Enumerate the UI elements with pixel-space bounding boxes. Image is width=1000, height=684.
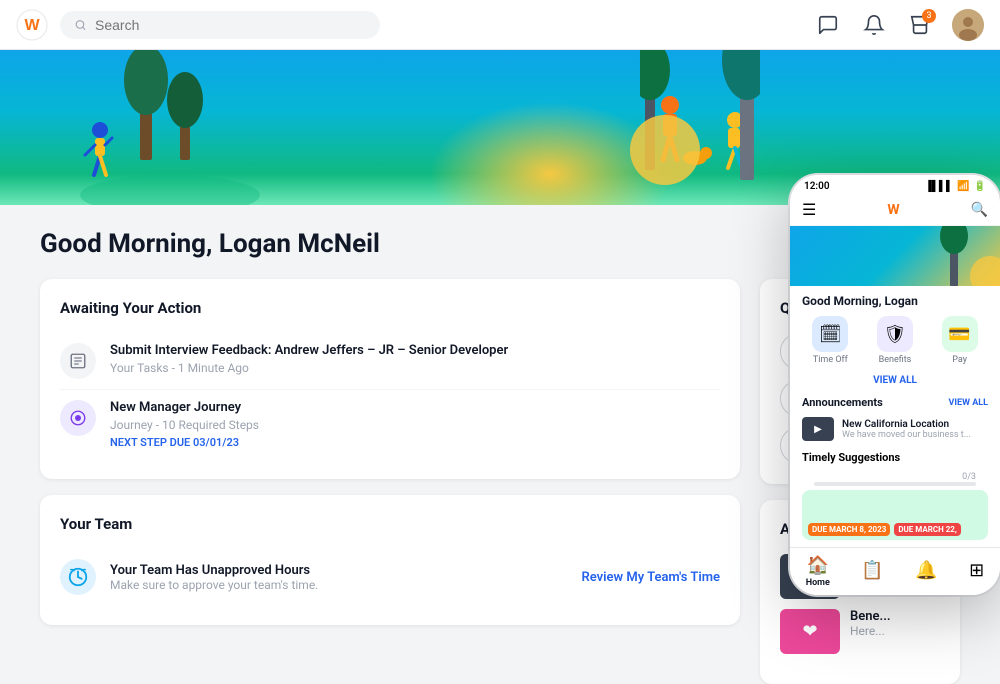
search-bar[interactable] — [60, 11, 380, 39]
phone-home-icon: 🏠 — [807, 555, 829, 576]
phone-home-label: Home — [806, 578, 830, 588]
benefits-label: Benefits — [879, 355, 912, 365]
ann-sub-2: Here... — [850, 624, 891, 638]
search-icon — [74, 18, 87, 32]
inbox-badge: 3 — [922, 9, 936, 23]
phone-tasks-icon: 📋 — [861, 560, 883, 581]
action-item-title-1: Submit Interview Feedback: Andrew Jeffer… — [110, 343, 508, 358]
hero-illustration — [80, 50, 260, 205]
phone-grid-tab[interactable]: ⊞ — [969, 560, 984, 583]
phone-due-badge-1: DUE MARCH 8, 2023 — [808, 523, 890, 536]
review-team-link[interactable]: Review My Team's Time — [581, 570, 720, 585]
bell-icon[interactable] — [860, 11, 888, 39]
benefits-icon: 🛡 — [877, 316, 913, 352]
search-input[interactable] — [95, 17, 366, 33]
phone-ann-content-1: New California Location We have moved ou… — [842, 419, 971, 440]
action-item-sub-1: Your Tasks - 1 Minute Ago — [110, 361, 508, 375]
phone-ann-title: Announcements — [802, 396, 883, 409]
team-item-content: Your Team Has Unapproved Hours Make sure… — [110, 563, 318, 592]
phone-ann-item-1[interactable]: ▶ New California Location We have moved … — [790, 413, 1000, 445]
inbox-icon[interactable]: 3 — [906, 11, 934, 39]
interview-icon — [60, 343, 96, 379]
phone-search-icon[interactable]: 🔍 — [971, 202, 988, 218]
phone-menu-icon[interactable]: ☰ — [802, 200, 816, 219]
announcement-item-2[interactable]: ❤ Bene... Here... — [780, 609, 940, 654]
phone-bell-icon: 🔔 — [915, 560, 937, 581]
phone-benefits[interactable]: 🛡 Benefits — [877, 316, 913, 365]
phone-tasks-tab[interactable]: 📋 — [861, 560, 883, 583]
phone-progress: 0/3 — [802, 470, 988, 490]
action-item-title-2: New Manager Journey — [110, 400, 259, 415]
phone-grid-icon: ⊞ — [969, 560, 984, 581]
awaiting-title: Awaiting Your Action — [60, 299, 720, 317]
phone-pay[interactable]: 💳 Pay — [942, 316, 978, 365]
journey-icon — [60, 400, 96, 436]
action-item-content: Submit Interview Feedback: Andrew Jeffer… — [110, 343, 508, 375]
workday-logo[interactable]: W — [16, 9, 48, 41]
phone-announcements-header: Announcements VIEW ALL — [790, 392, 1000, 413]
phone-bottom-nav: 🏠 Home 📋 🔔 ⊞ — [790, 547, 1000, 595]
chat-icon[interactable] — [814, 11, 842, 39]
ann-heart-thumb: ❤ — [780, 609, 840, 654]
svg-text:W: W — [24, 17, 40, 34]
team-item-sub: Make sure to approve your team's time. — [110, 578, 318, 592]
your-team-card: Your Team Your Team Has Unapproved Hou — [40, 495, 740, 625]
phone-ann-title-1: New California Location — [842, 419, 971, 430]
phone-ann-link[interactable]: VIEW ALL — [949, 398, 988, 408]
phone-time-off[interactable]: 🗓 Time Off — [812, 316, 848, 365]
pay-label: Pay — [952, 355, 967, 365]
action-item-journey[interactable]: New Manager Journey Journey - 10 Require… — [60, 390, 720, 459]
time-off-icon: 🗓 — [812, 316, 848, 352]
awaiting-action-card: Awaiting Your Action Submi — [40, 279, 740, 479]
wifi-icon: 📶 — [957, 181, 969, 192]
phone-status-bar: 12:00 ▐▌▌▌ 📶 🔋 — [790, 175, 1000, 196]
phone-timely-card[interactable]: DUE MARCH 8, 2023 DUE MARCH 22, — [802, 490, 988, 540]
action-item-content-2: New Manager Journey Journey - 10 Require… — [110, 400, 259, 449]
phone-greeting: Good Morning, Logan — [790, 286, 1000, 312]
signal-icon: ▐▌▌▌ — [925, 181, 953, 192]
your-team-title: Your Team — [60, 515, 720, 533]
phone-icons-row: 🗓 Time Off 🛡 Benefits 💳 Pay — [790, 312, 1000, 373]
phone-logo: W — [887, 202, 899, 218]
battery-icon: 🔋 — [974, 181, 986, 192]
phone-time: 12:00 — [804, 181, 830, 192]
time-off-label: Time Off — [813, 355, 848, 365]
phone-hero-banner — [790, 226, 1000, 286]
phone-nav: ☰ W 🔍 — [790, 196, 1000, 226]
phone-timely-section: Timely Suggestions 0/3 DUE MARCH 8, 2023… — [790, 445, 1000, 540]
mobile-phone-overlay: 12:00 ▐▌▌▌ 📶 🔋 ☰ W 🔍 Good Morning, Logan — [790, 175, 1000, 595]
action-item-due: NEXT STEP DUE 03/01/23 — [110, 436, 259, 449]
greeting-text: Good Morning, Logan McNeil — [40, 229, 380, 259]
phone-view-all[interactable]: VIEW ALL — [790, 373, 1000, 392]
phone-due-badge-2: DUE MARCH 22, — [894, 523, 961, 536]
user-avatar[interactable] — [952, 9, 984, 41]
phone-home-tab[interactable]: 🏠 Home — [806, 555, 830, 588]
pay-icon: 💳 — [942, 316, 978, 352]
nav-icons: 3 — [814, 9, 984, 41]
team-item-title: Your Team Has Unapproved Hours — [110, 563, 318, 578]
ann-content-2: Bene... Here... — [850, 609, 891, 654]
team-hours-icon — [60, 559, 96, 595]
team-item[interactable]: Your Team Has Unapproved Hours Make sure… — [60, 549, 720, 605]
phone-ann-thumb-1: ▶ — [802, 417, 834, 441]
action-item-interview[interactable]: Submit Interview Feedback: Andrew Jeffer… — [60, 333, 720, 390]
phone-ann-sub-1: We have moved our business t... — [842, 430, 971, 440]
ann-title-2: Bene... — [850, 609, 891, 624]
left-column: Awaiting Your Action Submi — [40, 279, 740, 684]
phone-bell-tab[interactable]: 🔔 — [915, 560, 937, 583]
action-item-sub-2: Journey - 10 Required Steps — [110, 418, 259, 432]
top-nav: W 3 — [0, 0, 1000, 50]
phone-progress-text: 0/3 — [962, 472, 976, 482]
phone-timely-title: Timely Suggestions — [802, 451, 988, 464]
phone-status-icons: ▐▌▌▌ 📶 🔋 — [925, 181, 986, 192]
